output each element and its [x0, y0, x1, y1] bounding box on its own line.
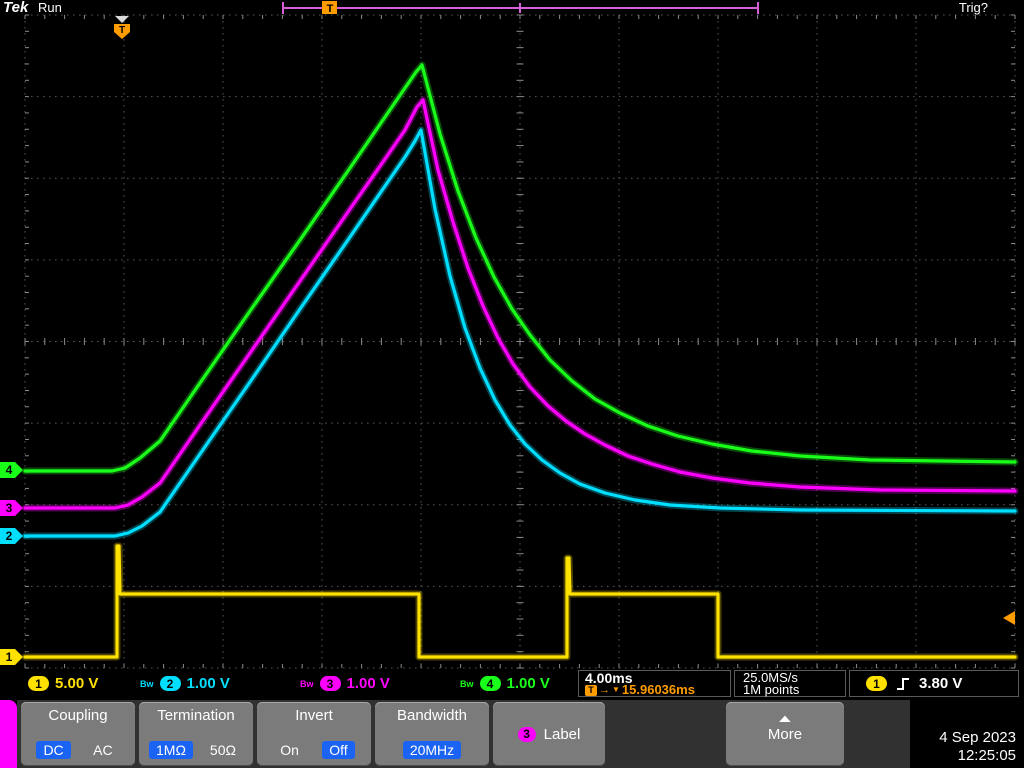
oscilloscope-screen: T T Tek Run Trig? 4 3 2 1 1 5.00 V Bw 2 …: [0, 0, 1024, 768]
ch2-marker-label: 2: [5, 529, 13, 543]
bottom-menu: Coupling DC AC Termination 1MΩ 50Ω Inver…: [0, 700, 1024, 768]
ch2-badge: 2: [159, 676, 181, 691]
ch3-scale-value: 1.00 V: [346, 675, 390, 692]
ch1-scale-value: 5.00 V: [55, 675, 99, 692]
coupling-ac-option[interactable]: AC: [86, 741, 119, 759]
trigger-status: Trig?: [958, 0, 988, 15]
trigger-source-badge: 1: [866, 676, 887, 691]
rising-edge-icon: [897, 677, 909, 690]
ch2-bw-indicator: Bw: [140, 678, 154, 689]
ch4-scale-value: 1.00 V: [506, 675, 550, 692]
trigger-readout[interactable]: 1 3.80 V: [849, 670, 1019, 697]
termination-1mohm-option[interactable]: 1MΩ: [149, 741, 193, 759]
expansion-point-icon: [115, 16, 129, 23]
ch3-bw-indicator: Bw: [300, 678, 314, 689]
delay-marker-icon: ▼: [612, 685, 620, 694]
coupling-title: Coupling: [48, 707, 108, 724]
ch1-marker-label: 1: [5, 650, 13, 664]
coupling-button[interactable]: Coupling DC AC: [21, 702, 135, 766]
label-button[interactable]: 3 Label: [493, 702, 605, 766]
ch3-scale-readout[interactable]: Bw 3 1.00 V: [300, 670, 390, 697]
invert-button[interactable]: Invert On Off: [257, 702, 371, 766]
trigger-level-arrow-icon[interactable]: [1003, 611, 1015, 625]
more-title: More: [767, 726, 803, 743]
bandwidth-button[interactable]: Bandwidth 20MHz: [375, 702, 489, 766]
bandwidth-20mhz-option[interactable]: 20MHz: [402, 741, 462, 759]
trigger-flag-label: T: [119, 25, 125, 36]
more-button[interactable]: ▲ More: [726, 702, 844, 766]
date-value: 4 Sep 2023: [939, 729, 1016, 746]
coupling-dc-option[interactable]: DC: [36, 741, 71, 759]
tek-logo: Tek: [3, 0, 29, 16]
readout-bar: 1 5.00 V Bw 2 1.00 V Bw 3 1.00 V Bw 4 1.…: [0, 670, 1024, 698]
ch4-scale-readout[interactable]: Bw 4 1.00 V: [460, 670, 550, 697]
delay-readout: T → ▼ 15.96036ms: [585, 682, 730, 697]
more-arrow-icon: ▲: [775, 713, 795, 725]
invert-title: Invert: [295, 707, 333, 724]
ch4-bw-indicator: Bw: [460, 678, 474, 689]
termination-button[interactable]: Termination 1MΩ 50Ω: [139, 702, 253, 766]
menu-channel-tab[interactable]: [0, 700, 17, 768]
label-channel-badge: 3: [517, 726, 536, 742]
ch4-marker-label: 4: [5, 463, 13, 477]
time-value: 12:25:05: [957, 747, 1016, 764]
ch1-badge: 1: [28, 676, 49, 691]
delay-trigger-icon: T: [585, 684, 597, 696]
record-length-value: 1M points: [743, 682, 800, 697]
trigger-level-value: 3.80 V: [919, 675, 963, 692]
invert-on-option[interactable]: On: [273, 741, 306, 759]
ch3-marker-label: 3: [5, 501, 13, 515]
delay-value: 15.96036ms: [621, 682, 695, 697]
bandwidth-title: Bandwidth: [396, 707, 468, 724]
termination-50ohm-option[interactable]: 50Ω: [203, 741, 243, 759]
datetime: 4 Sep 2023 12:25:05: [939, 729, 1016, 765]
delay-arrow-icon: →: [599, 684, 610, 696]
top-status-bar: Tek Run Trig?: [0, 0, 1024, 16]
ch1-scale-readout[interactable]: 1 5.00 V: [28, 670, 98, 697]
label-title: Label: [543, 725, 581, 743]
invert-off-option[interactable]: Off: [322, 741, 355, 759]
trigger-position-flag[interactable]: T: [114, 24, 130, 39]
graticule-grid: [24, 14, 1016, 669]
termination-title: Termination: [157, 707, 235, 724]
acquisition-status: Run: [38, 0, 62, 15]
ch4-badge: 4: [479, 676, 501, 691]
horizontal-readout[interactable]: 4.00ms T → ▼ 15.96036ms: [578, 670, 731, 697]
ch3-badge: 3: [319, 676, 341, 691]
waveform-display: T T: [21, 1, 1019, 669]
ch2-scale-readout[interactable]: Bw 2 1.00 V: [140, 670, 230, 697]
ch2-scale-value: 1.00 V: [186, 675, 230, 692]
acquisition-readout[interactable]: 25.0MS/s 1M points: [734, 670, 846, 697]
